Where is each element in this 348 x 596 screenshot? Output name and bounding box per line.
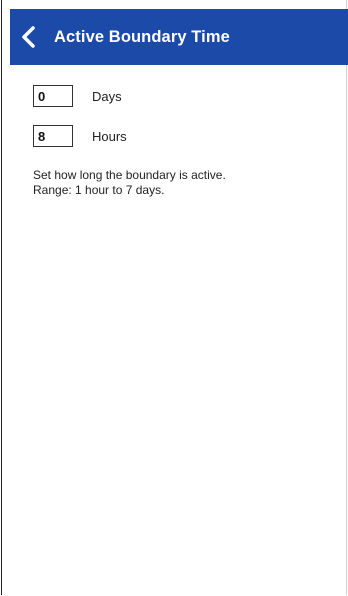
hours-input[interactable] [33,125,73,147]
hours-label: Hours [92,128,127,144]
app-header: Active Boundary Time [10,9,348,65]
back-button[interactable] [10,9,48,65]
help-line-range: Range: 1 hour to 7 days. [33,183,165,197]
screen: Active Boundary Time Days Hours Set how … [1,0,348,595]
page-title: Active Boundary Time [54,27,230,46]
hours-row: Hours [33,125,127,147]
days-label: Days [92,88,122,104]
help-line-description: Set how long the boundary is active. [33,168,226,182]
content: Days Hours Set how long the boundary is … [10,65,346,595]
help-text: Set how long the boundary is active. Ran… [33,168,226,198]
days-row: Days [33,85,122,107]
chevron-left-icon [22,26,35,48]
days-input[interactable] [33,85,73,107]
